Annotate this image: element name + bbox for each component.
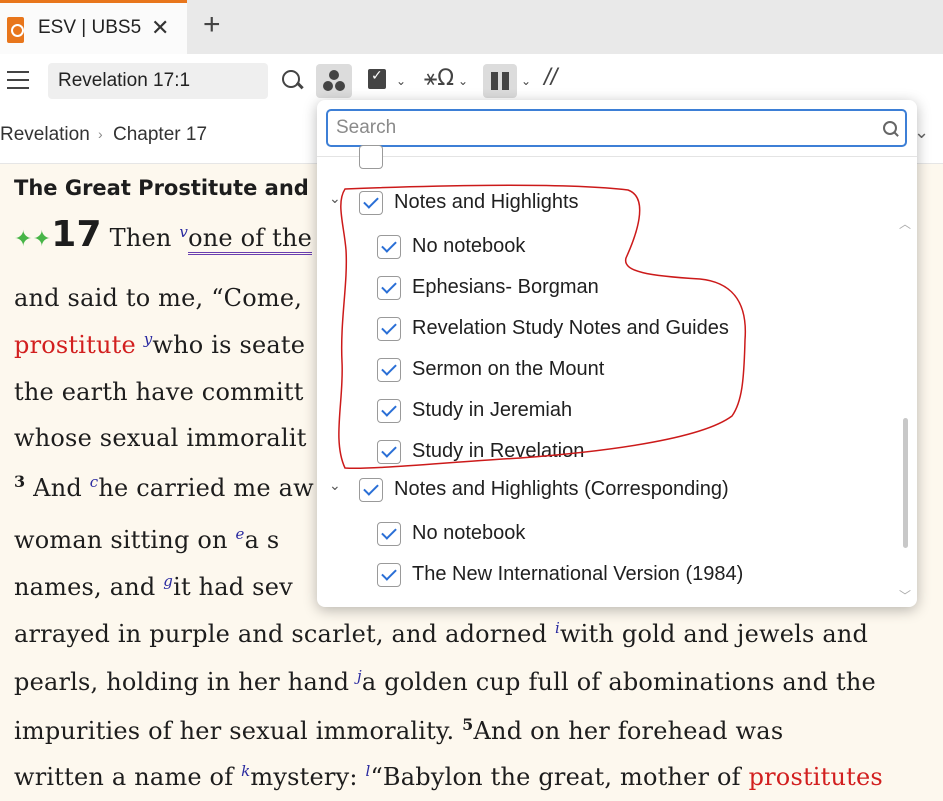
text-line: impurities of her sexual immorality. 5An… bbox=[14, 715, 784, 745]
text-line: pearls, holding in her hand ja golden cu… bbox=[14, 667, 876, 696]
chevron-down-icon[interactable]: ⌄ bbox=[329, 191, 341, 207]
star-icon: ✦✦ bbox=[14, 227, 52, 252]
text-line: ✦✦17 Then vone of the bbox=[14, 214, 313, 255]
chevron-down-icon: ⌄ bbox=[458, 74, 469, 88]
footnote-marker[interactable]: v bbox=[179, 223, 188, 241]
group-notes-highlights-corresponding[interactable]: ⌄ Notes and Highlights (Corresponding) bbox=[329, 474, 879, 508]
chevron-down-icon: ⌄ bbox=[396, 74, 407, 88]
checkbox[interactable] bbox=[377, 235, 401, 259]
checkbox[interactable] bbox=[377, 522, 401, 546]
footnote-marker[interactable]: g bbox=[163, 572, 173, 590]
notebook-list: ︿ ⌄ Notes and Highlights No notebook Eph… bbox=[317, 145, 917, 607]
verse-number: 3 bbox=[14, 472, 26, 491]
text-line: woman sitting on ea s bbox=[14, 525, 280, 554]
chevron-down-icon[interactable]: ﹀ bbox=[899, 587, 911, 604]
breadcrumb-chapter[interactable]: Chapter 17 bbox=[113, 124, 207, 146]
text-line: and said to me, “Come, bbox=[14, 284, 303, 312]
search-input[interactable] bbox=[336, 115, 856, 141]
checkbox[interactable] bbox=[377, 399, 401, 423]
list-item[interactable]: No notebook bbox=[377, 518, 877, 552]
parallel-resources-icon[interactable]: // bbox=[544, 64, 568, 98]
checkbox[interactable] bbox=[359, 191, 383, 215]
chevron-down-icon[interactable]: ⌄ bbox=[329, 478, 341, 494]
text-line: whose sexual immoralit bbox=[14, 424, 307, 452]
chapter-number: 17 bbox=[51, 214, 102, 255]
text-line: prostitute ywho is seate bbox=[14, 330, 306, 359]
text-line: written a name of kmystery: l“Babylon th… bbox=[14, 762, 883, 791]
text-line: arrayed in purple and scarlet, and adorn… bbox=[14, 619, 869, 648]
text-line: 3 And che carried me aw bbox=[14, 472, 314, 502]
menu-icon[interactable] bbox=[7, 71, 29, 89]
text-line: names, and git had sev bbox=[14, 572, 293, 601]
visual-filters-icon[interactable] bbox=[316, 64, 352, 98]
group-notes-highlights[interactable]: ⌄ Notes and Highlights bbox=[329, 187, 879, 221]
search-icon[interactable] bbox=[883, 121, 899, 137]
checkbox[interactable] bbox=[377, 358, 401, 382]
checkbox[interactable] bbox=[359, 145, 383, 169]
list-item[interactable]: Sermon on the Mount bbox=[377, 354, 877, 388]
parallel-panes-icon[interactable]: ⌄ bbox=[483, 64, 533, 98]
list-item[interactable]: No notebook bbox=[377, 231, 877, 265]
scrollbar[interactable] bbox=[903, 418, 908, 548]
list-item[interactable] bbox=[359, 141, 399, 175]
notes-highlights-dropdown: ︿ ⌄ Notes and Highlights No notebook Eph… bbox=[317, 100, 917, 607]
checkbox[interactable] bbox=[377, 276, 401, 300]
section-heading: The Great Prostitute and bbox=[14, 176, 309, 200]
tab-title: ESV | UBS5 bbox=[38, 17, 142, 38]
footnote-marker[interactable]: e bbox=[236, 525, 245, 543]
chevron-up-icon[interactable]: ︿ bbox=[899, 215, 911, 232]
interlinear-icon[interactable]: ⚹Ω ⌄ bbox=[424, 64, 472, 98]
breadcrumb-book[interactable]: Revelation bbox=[0, 124, 90, 146]
verse-number: 5 bbox=[462, 715, 474, 734]
list-item[interactable]: Study in Jeremiah bbox=[377, 395, 877, 429]
close-tab-icon[interactable]: ✕ bbox=[151, 15, 169, 41]
checkbox[interactable] bbox=[377, 317, 401, 341]
checkbox[interactable] bbox=[377, 440, 401, 464]
breadcrumb-separator: › bbox=[98, 126, 103, 142]
reference-input[interactable]: Revelation 17:1 bbox=[48, 63, 268, 99]
tab-bar: ESV | UBS5 ✕ + bbox=[0, 0, 943, 54]
chevron-down-icon: ⌄ bbox=[521, 74, 532, 88]
list-item[interactable]: The New International Version (1984) bbox=[377, 559, 877, 593]
checkbox[interactable] bbox=[377, 563, 401, 587]
list-item[interactable]: Study in Revelation bbox=[377, 436, 877, 470]
list-item[interactable]: Revelation Study Notes and Guides bbox=[377, 313, 877, 347]
checkbox[interactable] bbox=[359, 478, 383, 502]
search-icon[interactable] bbox=[282, 64, 304, 98]
add-tab-icon[interactable]: + bbox=[203, 8, 221, 42]
notes-highlights-icon[interactable]: ⌄ bbox=[366, 64, 410, 98]
text-line: the earth have committ bbox=[14, 378, 304, 406]
logos-book-icon bbox=[7, 17, 24, 43]
search-box bbox=[326, 109, 907, 147]
list-item[interactable]: Ephesians- Borgman bbox=[377, 272, 877, 306]
tab-esv-ubs5[interactable]: ESV | UBS5 ✕ bbox=[0, 0, 187, 54]
